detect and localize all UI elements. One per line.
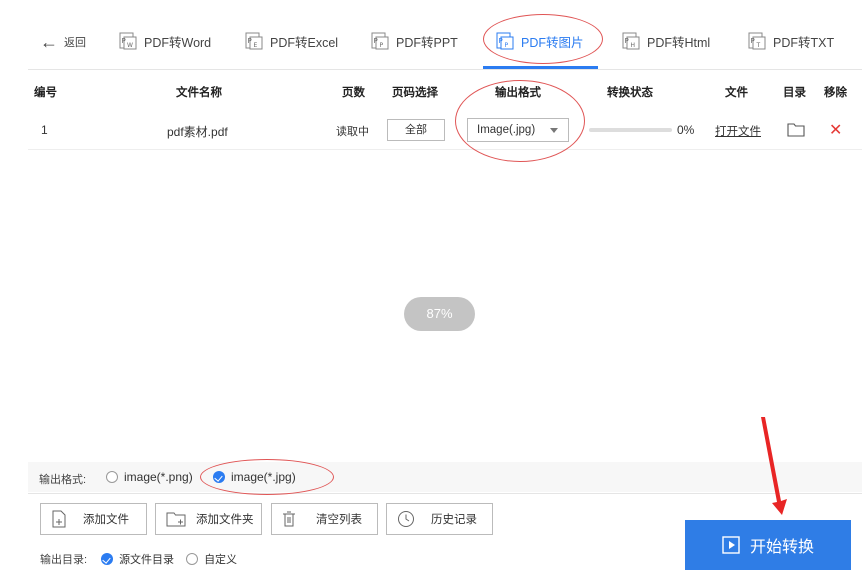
tab-label: PDF转TXT bbox=[773, 35, 835, 50]
header-index: 编号 bbox=[34, 87, 57, 99]
radio-checked-icon bbox=[213, 471, 225, 483]
tab-label: PDF转Excel bbox=[270, 35, 339, 50]
open-file-link[interactable]: 打开文件 bbox=[715, 123, 761, 139]
radio-unchecked-icon bbox=[186, 553, 199, 565]
output-directory-bar: 输出目录: 源文件目录 自定义 bbox=[40, 551, 237, 567]
history-label: 历史记录 bbox=[431, 514, 477, 526]
table-row: 1 pdf素材.pdf 读取中 全部 Image(.jpg) 0% 打开文件 ✕ bbox=[28, 110, 862, 150]
conversion-progress-bar bbox=[589, 128, 672, 132]
svg-text:P: P bbox=[122, 37, 126, 45]
header-filename: 文件名称 bbox=[176, 87, 222, 99]
add-folder-label: 添加文件夹 bbox=[196, 514, 254, 526]
annotation-arrow bbox=[761, 417, 787, 515]
tab-label: PDF转图片 bbox=[521, 35, 584, 50]
radio-unchecked-icon bbox=[106, 471, 118, 483]
arrow-left-icon: ← bbox=[40, 32, 58, 52]
add-file-label: 添加文件 bbox=[83, 514, 129, 526]
svg-text:P: P bbox=[625, 37, 629, 45]
pdf-file-icon: PW bbox=[119, 32, 137, 50]
add-folder-icon bbox=[166, 512, 186, 527]
format-radio-jpg[interactable]: image(*.jpg) bbox=[213, 470, 296, 484]
clock-icon bbox=[398, 511, 414, 527]
output-format-value: Image(.jpg) bbox=[477, 124, 536, 136]
dir-radio-source[interactable]: 源文件目录 bbox=[101, 551, 174, 567]
row-pages: 读取中 bbox=[336, 126, 369, 138]
format-radio-png[interactable]: image(*.png) bbox=[106, 470, 193, 484]
folder-icon[interactable] bbox=[787, 122, 805, 137]
loading-indicator: 87% bbox=[404, 297, 475, 331]
start-convert-label: 开始转换 bbox=[749, 539, 814, 556]
add-file-icon bbox=[52, 510, 66, 528]
svg-text:T: T bbox=[756, 42, 761, 49]
svg-text:P: P bbox=[499, 37, 503, 45]
svg-text:W: W bbox=[127, 42, 133, 49]
table-header: 编号 文件名称 页数 页码选择 输出格式 转换状态 文件 目录 移除 bbox=[28, 70, 862, 110]
remove-icon[interactable]: ✕ bbox=[829, 120, 842, 140]
tab-pdf-to-txt[interactable]: PT PDF转TXT bbox=[747, 28, 834, 54]
tab-pdf-to-ppt[interactable]: PP PDF转PPT bbox=[370, 28, 458, 54]
caret-down-icon bbox=[550, 128, 558, 133]
back-label: 返回 bbox=[64, 37, 86, 49]
dir-option-label: 自定义 bbox=[204, 554, 238, 566]
row-index: 1 bbox=[41, 123, 48, 137]
pdf-file-icon: PT bbox=[748, 32, 766, 50]
tab-pdf-to-word[interactable]: PW PDF转Word bbox=[118, 28, 211, 54]
output-format-select[interactable]: Image(.jpg) bbox=[467, 118, 569, 142]
header-remove: 移除 bbox=[824, 87, 847, 99]
tab-label: PDF转Html bbox=[647, 35, 711, 50]
svg-text:P: P bbox=[751, 37, 755, 45]
tab-label: PDF转Word bbox=[144, 35, 212, 50]
svg-text:P: P bbox=[248, 37, 252, 45]
add-folder-button[interactable]: 添加文件夹 bbox=[155, 503, 262, 535]
tab-pdf-to-excel[interactable]: PE PDF转Excel bbox=[244, 28, 338, 54]
header-status: 转换状态 bbox=[607, 87, 653, 99]
row-filename: pdf素材.pdf bbox=[167, 125, 228, 139]
clear-list-label: 清空列表 bbox=[316, 514, 362, 526]
back-button[interactable]: ← 返回 bbox=[40, 32, 86, 52]
pdf-file-icon: PP bbox=[496, 32, 514, 50]
svg-text:P: P bbox=[374, 37, 378, 45]
dir-radio-custom[interactable]: 自定义 bbox=[186, 551, 237, 567]
history-button[interactable]: 历史记录 bbox=[386, 503, 493, 535]
trash-icon bbox=[283, 511, 295, 527]
header-pages: 页数 bbox=[342, 87, 365, 99]
tab-pdf-to-html[interactable]: PH PDF转Html bbox=[621, 28, 710, 54]
play-icon bbox=[722, 536, 740, 554]
format-option-label: image(*.png) bbox=[124, 470, 193, 484]
page-select-button[interactable]: 全部 bbox=[387, 119, 445, 141]
tab-label: PDF转PPT bbox=[396, 35, 458, 50]
progress-percent: 0% bbox=[677, 123, 695, 137]
header-output-format: 输出格式 bbox=[495, 87, 541, 99]
svg-text:H: H bbox=[631, 42, 636, 49]
svg-text:P: P bbox=[380, 42, 384, 49]
radio-checked-icon bbox=[101, 553, 114, 565]
add-file-button[interactable]: 添加文件 bbox=[40, 503, 147, 535]
header-file: 文件 bbox=[725, 87, 748, 99]
format-option-label: image(*.jpg) bbox=[231, 470, 296, 484]
pdf-file-icon: PH bbox=[622, 32, 640, 50]
divider bbox=[28, 493, 862, 494]
pdf-file-icon: PE bbox=[245, 32, 263, 50]
svg-text:E: E bbox=[254, 42, 258, 49]
pdf-file-icon: PP bbox=[371, 32, 389, 50]
dir-option-label: 源文件目录 bbox=[119, 554, 175, 566]
header-directory: 目录 bbox=[783, 87, 806, 99]
output-directory-label: 输出目录: bbox=[40, 554, 88, 566]
output-format-label: 输出格式: bbox=[39, 474, 87, 486]
output-format-bar: 输出格式: image(*.png) image(*.jpg) bbox=[28, 462, 862, 492]
clear-list-button[interactable]: 清空列表 bbox=[271, 503, 378, 535]
start-convert-button[interactable]: 开始转换 bbox=[685, 520, 851, 570]
header-page-select: 页码选择 bbox=[392, 87, 438, 99]
svg-text:P: P bbox=[505, 42, 509, 49]
tab-pdf-to-image[interactable]: PP PDF转图片 bbox=[495, 28, 584, 54]
